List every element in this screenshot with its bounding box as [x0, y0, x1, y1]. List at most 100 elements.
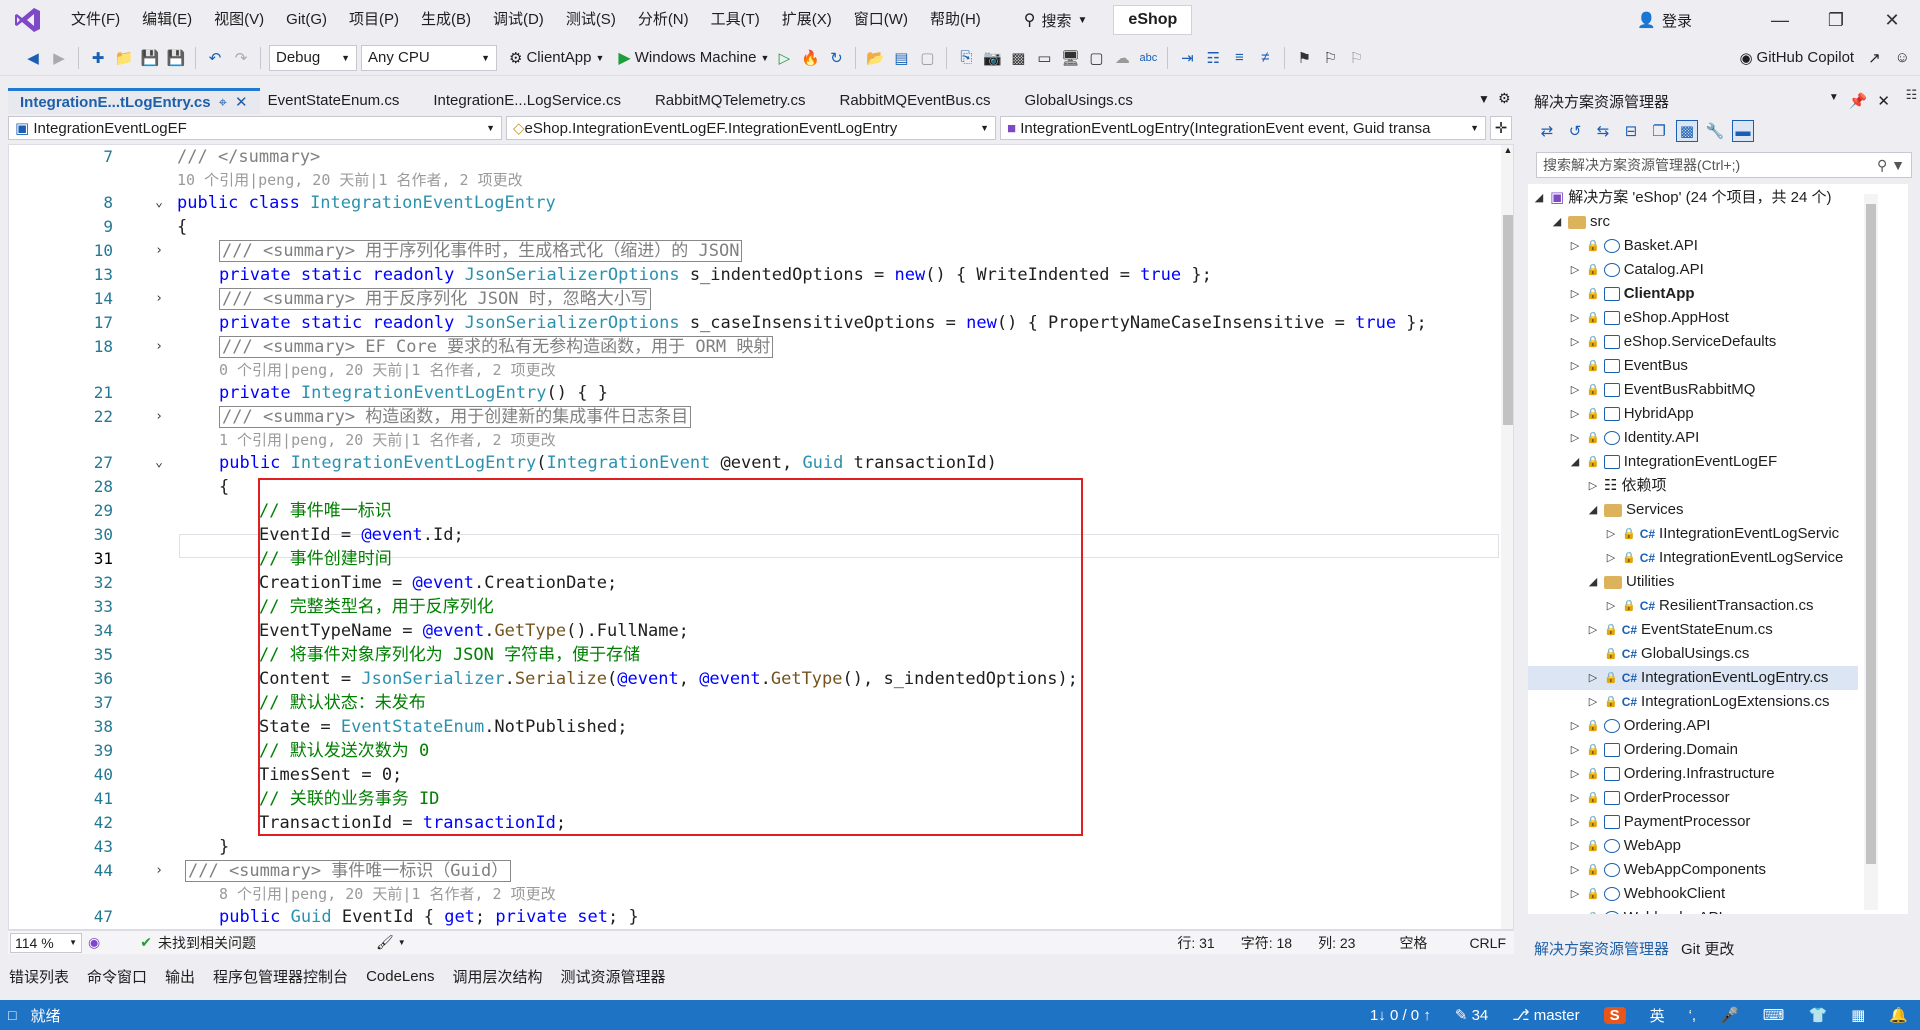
- tree-item[interactable]: ▷ 🔒 Webhooks.API: [1568, 906, 1723, 914]
- switch-view-icon[interactable]: ⇆: [1592, 120, 1614, 142]
- document-tab[interactable]: EventStateEnum.cs: [260, 88, 426, 114]
- tree-item[interactable]: ▷ 🔒 eShop.AppHost: [1568, 306, 1729, 330]
- back-icon[interactable]: ◀: [22, 47, 44, 69]
- tree-item[interactable]: ▷ 🔒 C# IIntegrationEventLogServic: [1604, 522, 1839, 546]
- tab-solution-explorer[interactable]: 解决方案资源管理器: [1534, 938, 1669, 959]
- tree-item[interactable]: ▷ 🔒 C# IntegrationLogExtensions.cs: [1586, 690, 1830, 714]
- document-tab[interactable]: IntegrationE...tLogEntry.cs ⌖ ✕: [8, 88, 260, 114]
- filter-icon[interactable]: ▩: [1676, 120, 1698, 142]
- tree-expand-icon[interactable]: ▷: [1568, 786, 1582, 810]
- menu-item[interactable]: Git(G): [275, 0, 338, 40]
- undo-icon[interactable]: ↶: [204, 47, 226, 69]
- platform-select[interactable]: Any CPU ▼: [361, 44, 497, 71]
- visual-studio-logo-icon[interactable]: [12, 6, 44, 34]
- cloud-icon[interactable]: ☁: [1111, 47, 1133, 69]
- issues-indicator[interactable]: 未找到相关问题: [158, 933, 256, 953]
- format-icon[interactable]: ≡: [1228, 47, 1250, 69]
- open-file-icon[interactable]: 📂: [864, 47, 886, 69]
- tree-expand-icon[interactable]: ▷: [1568, 858, 1582, 882]
- restore-button[interactable]: ❐: [1808, 10, 1864, 31]
- github-copilot-button[interactable]: ◉ GitHub Copilot ↗ ☺: [1739, 49, 1910, 67]
- tool-window-tab[interactable]: 测试资源管理器: [551, 966, 674, 987]
- brush-icon[interactable]: 🖌: [376, 934, 394, 951]
- tree-expand-icon[interactable]: ▷: [1568, 258, 1582, 282]
- tool-window-tab[interactable]: 调用层次结构: [443, 966, 551, 987]
- redo-icon[interactable]: ↷: [230, 47, 252, 69]
- scroll-up-icon[interactable]: ▲: [1501, 145, 1513, 155]
- menu-item[interactable]: 调试(D): [482, 0, 555, 40]
- document-tab[interactable]: IntegrationE...LogService.cs: [425, 88, 647, 114]
- spell-check-icon[interactable]: abc: [1137, 47, 1159, 69]
- tree-item[interactable]: ▷ 🔒 HybridApp: [1568, 402, 1694, 426]
- show-all-files-icon[interactable]: ❐: [1648, 120, 1670, 142]
- tree-item[interactable]: ◢ Services: [1586, 498, 1684, 522]
- tree-item[interactable]: 🔒 C# GlobalUsings.cs: [1586, 642, 1749, 666]
- tree-item[interactable]: ▷ 🔒 Ordering.API: [1568, 714, 1711, 738]
- uncomment-icon[interactable]: ≠: [1254, 47, 1276, 69]
- chevron-down-icon[interactable]: ▼: [1829, 92, 1839, 110]
- tree-item[interactable]: ▷ 🔒 eShop.ServiceDefaults: [1568, 330, 1777, 354]
- tree-expand-icon[interactable]: ▷: [1604, 546, 1618, 570]
- run-button[interactable]: ▶ Windows Machine ▼: [618, 48, 769, 68]
- tree-collapse-icon[interactable]: ◢: [1550, 210, 1564, 234]
- tree-expand-icon[interactable]: ▷: [1568, 714, 1582, 738]
- settings-icon[interactable]: ⚙: [1498, 90, 1511, 107]
- bookmark-next-icon[interactable]: ⚐: [1345, 47, 1367, 69]
- line-indicator[interactable]: 行: 31: [1177, 933, 1214, 953]
- tree-item[interactable]: ▷ 🔒 WebhookClient: [1568, 882, 1725, 906]
- comment-icon[interactable]: ☶: [1202, 47, 1224, 69]
- editor-scrollbar[interactable]: ▲: [1501, 145, 1513, 929]
- solution-scrollbar[interactable]: [1864, 194, 1878, 910]
- indent-indicator[interactable]: 空格: [1399, 933, 1427, 953]
- close-icon[interactable]: ✕: [235, 92, 248, 114]
- pin-icon[interactable]: ⌖: [219, 92, 227, 114]
- tree-item[interactable]: ▷ 🔒 C# IntegrationEventLogService: [1604, 546, 1844, 570]
- tree-item[interactable]: ▷ 🔒 WebApp: [1568, 834, 1681, 858]
- save-all-icon[interactable]: 💾: [165, 47, 187, 69]
- project-dropdown[interactable]: ▣ IntegrationEventLogEF ▼: [8, 116, 502, 140]
- type-dropdown[interactable]: ◇eShop.IntegrationEventLogEF.Integration…: [506, 116, 996, 140]
- split-icon[interactable]: ✛: [1490, 116, 1512, 140]
- menu-item[interactable]: 编辑(E): [131, 0, 203, 40]
- char-indicator[interactable]: 字符: 18: [1241, 933, 1292, 953]
- tool-window-tab[interactable]: 错误列表: [0, 966, 78, 987]
- menu-item[interactable]: 窗口(W): [843, 0, 919, 40]
- camera-icon[interactable]: 📷: [981, 47, 1003, 69]
- codelens-info[interactable]: 10 个引用|peng, 20 天前|1 名作者, 2 项更改: [9, 169, 1489, 191]
- menu-item[interactable]: 扩展(X): [771, 0, 843, 40]
- menu-item[interactable]: 项目(P): [338, 0, 410, 40]
- start-without-debugging-icon[interactable]: ▷: [773, 47, 795, 69]
- forward-icon[interactable]: ▶: [48, 47, 70, 69]
- layout-icon[interactable]: ▤: [890, 47, 912, 69]
- tree-item[interactable]: ▷ 🔒 PaymentProcessor: [1568, 810, 1751, 834]
- tree-expand-icon[interactable]: ▷: [1568, 402, 1582, 426]
- bookmark-icon[interactable]: ▢: [916, 47, 938, 69]
- eol-indicator[interactable]: CRLF: [1469, 935, 1506, 951]
- git-branch[interactable]: master: [1534, 1007, 1580, 1024]
- pending-edits[interactable]: 34: [1472, 1007, 1489, 1024]
- tree-item[interactable]: ▷ 🔒 C# IntegrationEventLogEntry.cs: [1528, 666, 1858, 690]
- tree-expand-icon[interactable]: ▷: [1568, 378, 1582, 402]
- tree-expand-icon[interactable]: ◢: [1532, 186, 1546, 210]
- menu-item[interactable]: 文件(F): [60, 0, 131, 40]
- tool-window-tab[interactable]: CodeLens: [357, 968, 443, 985]
- tree-expand-icon[interactable]: ▷: [1604, 594, 1618, 618]
- tree-expand-icon[interactable]: ▷: [1568, 306, 1582, 330]
- git-sync-status[interactable]: 1↓ 0 / 0 ↑: [1370, 1007, 1431, 1024]
- tree-item[interactable]: ▷ 🔒 ClientApp: [1568, 282, 1695, 306]
- grid-icon[interactable]: ▦: [1851, 1006, 1865, 1024]
- tree-item[interactable]: ▷ 🔒 Identity.API: [1568, 426, 1700, 450]
- save-icon[interactable]: 💾: [139, 47, 161, 69]
- column-indicator[interactable]: 列: 23: [1318, 933, 1355, 953]
- tree-item[interactable]: ▷ 🔒 EventBus: [1568, 354, 1688, 378]
- properties-side-tab[interactable]: ☷: [1896, 88, 1920, 128]
- scroll-thumb[interactable]: [1503, 215, 1513, 425]
- tree-item[interactable]: ◢ 🔒 IntegrationEventLogEF: [1568, 450, 1777, 474]
- menu-item[interactable]: 视图(V): [203, 0, 275, 40]
- bookmark-toggle-icon[interactable]: ⚑: [1293, 47, 1315, 69]
- microphone-icon[interactable]: 🎤: [1720, 1006, 1739, 1024]
- notification-icon[interactable]: 🔔: [1889, 1006, 1908, 1024]
- tree-collapse-icon[interactable]: ◢: [1586, 570, 1600, 594]
- punctuation-icon[interactable]: ‘,: [1689, 1007, 1697, 1024]
- tree-collapse-icon[interactable]: ◢: [1586, 498, 1600, 522]
